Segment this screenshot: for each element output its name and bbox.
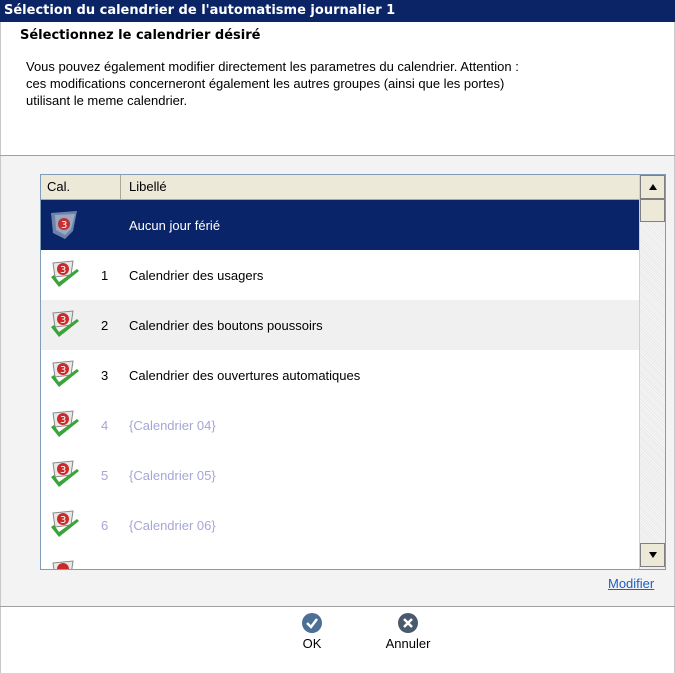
arrow-down-icon <box>648 552 657 558</box>
row-label: Calendrier des usagers <box>129 267 264 283</box>
row-label: {Calendrier 06} <box>129 517 216 533</box>
calendar-none-icon: 3 <box>47 209 83 241</box>
calendar-check-icon: 3 <box>47 309 83 341</box>
calendar-check-icon: 3 <box>47 459 83 491</box>
column-header-libelle[interactable]: Libellé <box>121 175 639 199</box>
window-title: Sélection du calendrier de l'automatisme… <box>0 0 675 22</box>
vertical-scrollbar[interactable] <box>639 175 665 569</box>
calendar-list[interactable]: Cal. Libellé 3 Aucun jour férié 3 1 Cale… <box>40 174 666 570</box>
row-label: {Calendrier 05} <box>129 467 216 483</box>
row-label: Calendrier des ouvertures automatiques <box>129 367 361 383</box>
svg-text:3: 3 <box>60 365 66 376</box>
svg-text:3: 3 <box>60 465 66 476</box>
list-item[interactable]: 3 Aucun jour férié <box>41 200 639 250</box>
row-label: {Calendrier 04} <box>129 417 216 433</box>
list-item[interactable]: 3 1 Calendrier des usagers <box>41 250 639 300</box>
calendar-check-icon: 3 <box>47 409 83 441</box>
list-item[interactable]: 3 6 {Calendrier 06} <box>41 500 639 550</box>
description-text: Vous pouvez également modifier directeme… <box>26 59 519 108</box>
row-label: Calendrier des boutons poussoirs <box>129 317 323 333</box>
list-item[interactable] <box>41 550 639 569</box>
row-number: 3 <box>101 367 109 383</box>
list-item[interactable]: 3 5 {Calendrier 05} <box>41 450 639 500</box>
calendar-check-icon: 3 <box>47 359 83 391</box>
ok-label: OK <box>302 636 322 651</box>
row-number: 4 <box>101 417 109 433</box>
svg-text:3: 3 <box>60 415 66 426</box>
cancel-label: Annuler <box>385 636 431 651</box>
calendar-check-icon <box>47 559 83 569</box>
svg-text:3: 3 <box>60 315 66 326</box>
row-number: 6 <box>101 517 109 533</box>
list-rows: 3 Aucun jour férié 3 1 Calendrier des us… <box>41 200 639 569</box>
calendar-check-icon: 3 <box>47 259 83 291</box>
row-number: 5 <box>101 467 109 483</box>
row-number: 2 <box>101 317 109 333</box>
svg-text:3: 3 <box>60 265 66 276</box>
svg-text:3: 3 <box>61 220 67 231</box>
cancel-button[interactable]: Annuler <box>378 612 438 668</box>
arrow-up-icon <box>648 184 657 190</box>
column-header-cal[interactable]: Cal. <box>41 175 121 199</box>
list-header: Cal. Libellé <box>41 175 639 200</box>
page-heading: Sélectionnez le calendrier désiré <box>20 28 261 43</box>
list-item[interactable]: 3 3 Calendrier des ouvertures automatiqu… <box>41 350 639 400</box>
calendar-check-icon: 3 <box>47 509 83 541</box>
list-item[interactable]: 3 2 Calendrier des boutons poussoirs <box>41 300 639 350</box>
check-icon <box>301 612 323 634</box>
close-icon <box>397 612 419 634</box>
row-number: 1 <box>101 267 109 283</box>
modify-link[interactable]: Modifier <box>608 576 654 591</box>
row-label: Aucun jour férié <box>129 217 221 233</box>
scroll-up-button[interactable] <box>640 175 665 199</box>
ok-button[interactable]: OK <box>282 612 342 668</box>
scroll-down-button[interactable] <box>640 543 665 567</box>
svg-text:3: 3 <box>60 515 66 526</box>
scroll-thumb[interactable] <box>640 199 665 222</box>
list-item[interactable]: 3 4 {Calendrier 04} <box>41 400 639 450</box>
